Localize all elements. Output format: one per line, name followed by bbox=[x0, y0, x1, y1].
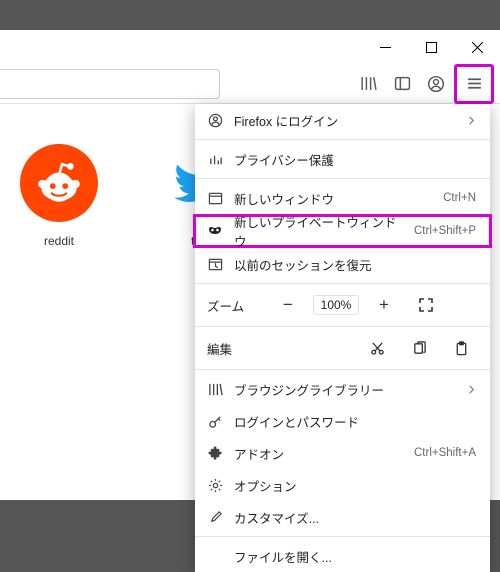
restore-icon bbox=[207, 256, 223, 272]
menu-zoom-row: ズーム − 100% + bbox=[195, 287, 490, 323]
account-icon bbox=[207, 112, 223, 128]
menu-library[interactable]: ブラウジングライブラリー bbox=[195, 373, 490, 405]
maximize-button[interactable] bbox=[408, 30, 454, 64]
chevron-right-icon bbox=[467, 116, 476, 125]
menu-restore-session[interactable]: 以前のセッションを復元 bbox=[195, 248, 490, 280]
menu-open-file[interactable]: ファイルを開く... bbox=[195, 540, 490, 572]
menu-customize[interactable]: カスタマイズ... bbox=[195, 501, 490, 533]
separator bbox=[195, 178, 490, 179]
app-menu-button-highlight bbox=[454, 64, 494, 104]
minimize-button[interactable] bbox=[362, 30, 408, 64]
paint-icon bbox=[207, 509, 223, 525]
zoom-in-button[interactable]: + bbox=[367, 292, 401, 318]
separator bbox=[195, 369, 490, 370]
separator bbox=[195, 283, 490, 284]
titlebar bbox=[0, 30, 500, 64]
site-label: reddit bbox=[44, 234, 74, 248]
library-icon bbox=[207, 381, 223, 397]
account-icon[interactable] bbox=[420, 68, 452, 100]
puzzle-icon bbox=[207, 445, 223, 461]
app-menu-panel: Firefox にログイン プライバシー保護 新しいウィンドウ Ctrl+N 新… bbox=[195, 104, 490, 572]
menu-new-private-window[interactable]: 新しいプライベートウィンドウ Ctrl+Shift+P bbox=[193, 214, 492, 248]
fullscreen-button[interactable] bbox=[409, 292, 443, 318]
separator bbox=[195, 536, 490, 537]
menu-edit-row: 編集 bbox=[195, 330, 490, 366]
menu-privacy[interactable]: プライバシー保護 bbox=[195, 143, 490, 175]
menu-new-window[interactable]: 新しいウィンドウ Ctrl+N bbox=[195, 182, 490, 214]
menu-addons[interactable]: アドオン Ctrl+Shift+A bbox=[195, 437, 490, 469]
chevron-right-icon bbox=[467, 385, 476, 394]
close-button[interactable] bbox=[454, 30, 500, 64]
cut-button[interactable] bbox=[360, 335, 394, 361]
window-icon bbox=[207, 190, 223, 206]
zoom-out-button[interactable]: − bbox=[271, 292, 305, 318]
mask-icon bbox=[207, 223, 223, 239]
zoom-value[interactable]: 100% bbox=[313, 295, 359, 315]
sidebar-icon[interactable] bbox=[386, 68, 418, 100]
toolbar bbox=[0, 64, 500, 104]
top-site-reddit[interactable]: reddit bbox=[20, 144, 98, 248]
gear-icon bbox=[207, 477, 223, 493]
reddit-icon bbox=[20, 144, 98, 222]
menu-options[interactable]: オプション bbox=[195, 469, 490, 501]
shield-chart-icon bbox=[207, 151, 223, 167]
library-icon[interactable] bbox=[352, 68, 384, 100]
copy-button[interactable] bbox=[402, 335, 436, 361]
url-bar[interactable] bbox=[0, 69, 220, 99]
menu-logins[interactable]: ログインとパスワード bbox=[195, 405, 490, 437]
separator bbox=[195, 139, 490, 140]
paste-button[interactable] bbox=[444, 335, 478, 361]
menu-fxa-login[interactable]: Firefox にログイン bbox=[195, 104, 490, 136]
separator bbox=[195, 326, 490, 327]
key-icon bbox=[207, 413, 223, 429]
app-menu-button[interactable] bbox=[458, 68, 490, 100]
